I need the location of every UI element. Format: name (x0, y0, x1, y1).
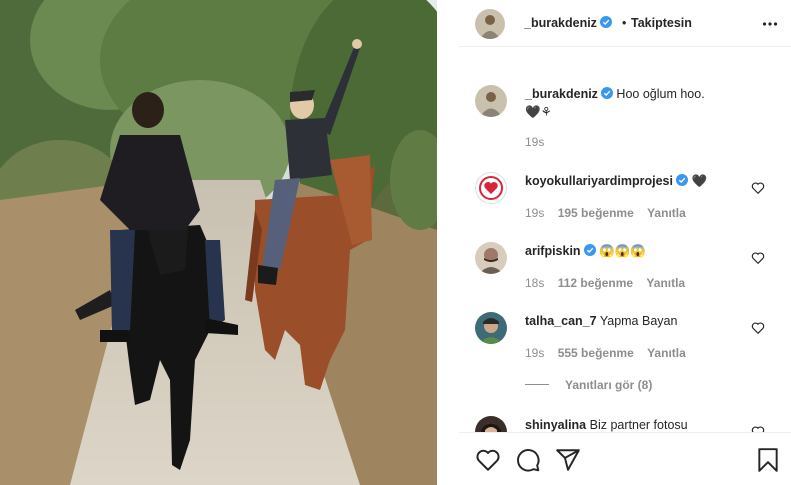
author-avatar[interactable] (475, 85, 507, 117)
comment-username[interactable]: talha_can_7 (525, 314, 597, 328)
comment-text: 😱😱😱 (599, 244, 646, 258)
comment-likes[interactable]: 195 beğenme (558, 206, 634, 220)
comment-text: 🖤 (691, 174, 708, 188)
reply-button[interactable]: Yanıtla (647, 206, 686, 220)
bookmark-icon[interactable] (755, 447, 781, 473)
caption-text: Hoo oğlum hoo. (616, 87, 705, 101)
caption-username[interactable]: _burakdeniz (525, 87, 598, 101)
caption-emoji: 🖤⚘ (525, 105, 552, 119)
heart-icon[interactable] (751, 181, 765, 195)
author-username[interactable]: _burakdeniz (524, 16, 612, 30)
post-photo[interactable] (0, 0, 437, 485)
follow-status[interactable]: Takiptesin (631, 16, 692, 30)
heart-icon[interactable] (751, 425, 765, 432)
comment-time[interactable]: 18s (525, 276, 544, 290)
comment-meta: 18s 112 beğenme Yanıtla (525, 276, 695, 290)
verified-icon (599, 16, 612, 28)
replies-divider (525, 384, 549, 385)
reply-button[interactable]: Yanıtla (647, 346, 686, 360)
reply-button[interactable]: Yanıtla (646, 276, 685, 290)
comment-meta: 19s 555 beğenme Yanıtla (525, 346, 696, 360)
comment-likes[interactable]: 112 beğenme (558, 276, 633, 290)
verified-icon (600, 87, 613, 99)
comments-list[interactable]: _burakdeniz Hoo oğlum hoo. 🖤⚘ 19s koyoku… (459, 60, 791, 432)
heart-icon[interactable] (475, 447, 501, 473)
comment-username[interactable]: arifpiskin (525, 244, 581, 258)
more-icon[interactable] (762, 16, 778, 32)
share-icon[interactable] (555, 447, 581, 473)
comment-body: arifpiskin 😱😱😱 (525, 242, 757, 260)
view-replies-button[interactable]: Yanıtları gör (8) (565, 378, 652, 392)
caption-time[interactable]: 19s (525, 135, 544, 149)
commenter-avatar[interactable] (475, 416, 507, 432)
comment-time[interactable]: 19s (525, 346, 544, 360)
verified-icon (583, 244, 596, 256)
action-bar (459, 432, 791, 485)
comment-icon[interactable] (515, 447, 541, 473)
post-header: _burakdeniz • Takiptesin (459, 0, 791, 47)
comment-username[interactable]: shinyalina (525, 418, 586, 432)
author-avatar[interactable] (475, 9, 505, 39)
commenter-avatar[interactable] (475, 172, 507, 204)
commenter-avatar[interactable] (475, 312, 507, 344)
verified-icon (675, 174, 688, 186)
heart-icon[interactable] (751, 251, 765, 265)
caption-meta: 19s (525, 135, 554, 149)
heart-icon[interactable] (751, 321, 765, 335)
comment-likes[interactable]: 555 beğenme (558, 346, 634, 360)
comment-body: koyokullariyardimprojesi 🖤 (525, 172, 757, 190)
commenter-avatar[interactable] (475, 242, 507, 274)
comment-text: Yapma Bayan (599, 314, 678, 328)
caption-body: _burakdeniz Hoo oğlum hoo. 🖤⚘ (525, 85, 757, 121)
author-username-text[interactable]: _burakdeniz (524, 16, 597, 30)
comment-username[interactable]: koyokullariyardimprojesi (525, 174, 673, 188)
header-separator: • (622, 16, 627, 30)
comment-body: talha_can_7 Yapma Bayan (525, 312, 757, 330)
post-side-panel: _burakdeniz • Takiptesin _burakdeniz Hoo… (459, 0, 791, 485)
comment-meta: 19s 195 beğenme Yanıtla (525, 206, 696, 220)
comment-text: Biz partner fotosu (589, 418, 688, 432)
comment-time[interactable]: 19s (525, 206, 544, 220)
comment-body: shinyalina Biz partner fotosu (525, 416, 757, 432)
